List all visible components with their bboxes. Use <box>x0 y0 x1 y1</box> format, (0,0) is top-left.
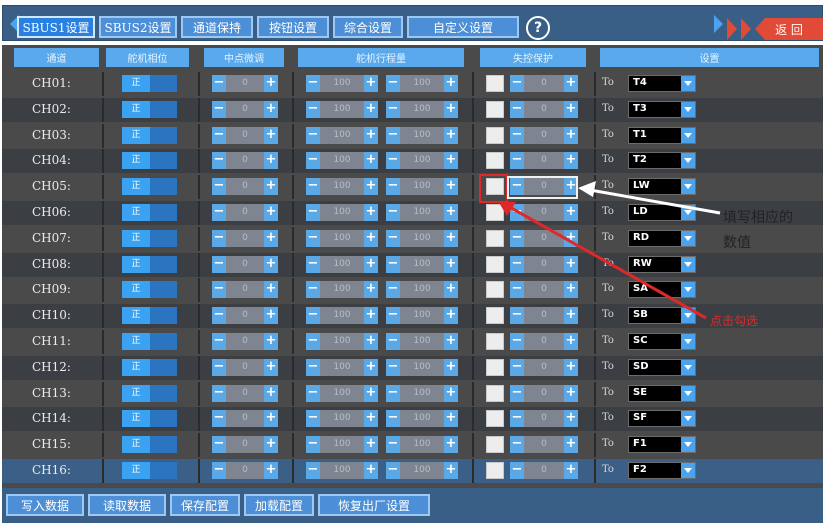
annotation-fill-value-2: 数值 <box>723 235 751 251</box>
annotation-click-select: 点击勾选 <box>710 314 759 328</box>
annotation-arrows <box>498 181 721 320</box>
app-window: SBUS1设置 SBUS2设置 通道保持 按钮设置 综合设置 自定义设置 ? 返… <box>0 0 825 523</box>
annotation-fill-value: 填写相应的 <box>723 210 793 226</box>
